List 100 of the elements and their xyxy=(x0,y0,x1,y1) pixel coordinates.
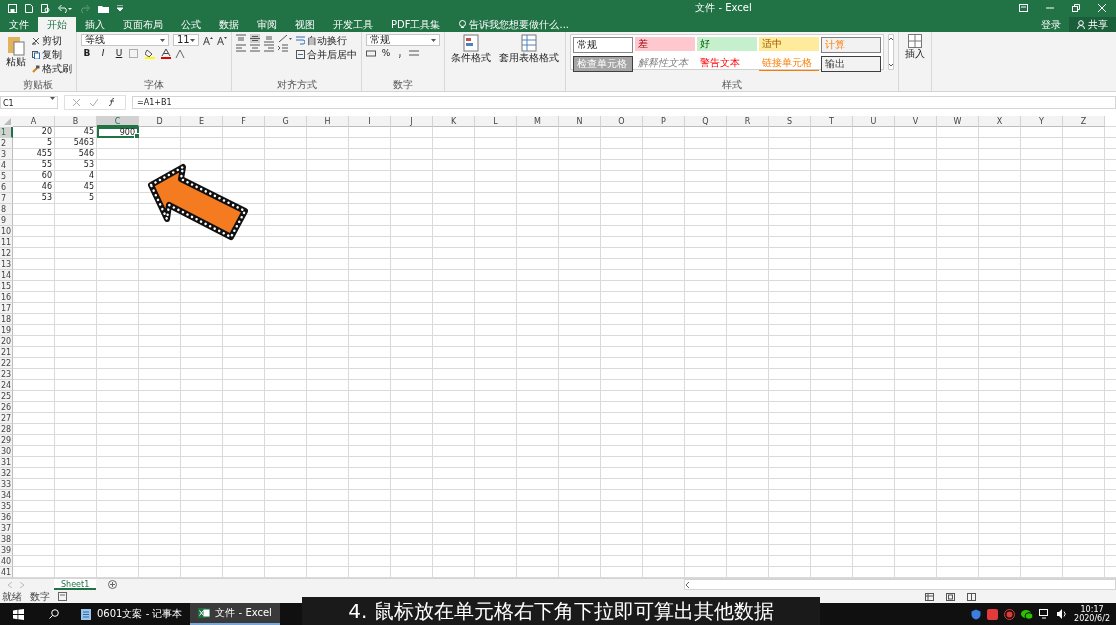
print-preview-icon[interactable] xyxy=(41,3,50,13)
column-header[interactable]: G xyxy=(265,116,307,127)
column-header[interactable]: K xyxy=(433,116,475,127)
table-cell[interactable]: 53 xyxy=(13,193,55,204)
table-cell[interactable]: 45 xyxy=(55,127,97,138)
search-icon[interactable] xyxy=(49,609,59,619)
fill-handle[interactable] xyxy=(134,133,140,139)
column-header[interactable]: F xyxy=(223,116,265,127)
table-cell[interactable]: 53 xyxy=(55,160,97,171)
row-header[interactable]: 5 xyxy=(0,171,13,182)
ribbon-tab[interactable]: 审阅 xyxy=(248,17,286,32)
clipboard-button[interactable]: 格式刷 xyxy=(32,62,72,75)
row-header[interactable]: 2 xyxy=(0,138,13,149)
column-header[interactable]: B xyxy=(55,116,97,127)
column-header[interactable]: N xyxy=(559,116,601,127)
folder-icon[interactable] xyxy=(98,3,109,13)
normal-view-icon[interactable] xyxy=(925,592,934,601)
record-icon[interactable] xyxy=(1004,608,1016,620)
volume-icon[interactable] xyxy=(1057,609,1069,619)
cell-style[interactable]: 适中 xyxy=(759,37,819,51)
ribbon-tab[interactable]: 页面布局 xyxy=(114,17,172,32)
ribbon-tab[interactable]: 公式 xyxy=(172,17,210,32)
sign-in-link[interactable]: 登录 xyxy=(1033,17,1069,32)
formula-field[interactable]: =A1+B1 xyxy=(132,95,1116,109)
table-cell[interactable]: 60 xyxy=(13,171,55,182)
scroll-left-icon[interactable] xyxy=(685,580,691,589)
table-cell[interactable]: 5463 xyxy=(55,138,97,149)
column-header[interactable]: Y xyxy=(1021,116,1063,127)
add-sheet-icon[interactable] xyxy=(108,580,118,589)
save-icon[interactable] xyxy=(8,3,17,13)
format-table-button[interactable]: 套用表格格式 xyxy=(497,34,561,79)
row-header[interactable]: 9 xyxy=(0,215,13,226)
wrap-text-button[interactable]: 自动换行 xyxy=(296,34,357,47)
orientation-icon[interactable] xyxy=(278,34,292,43)
table-cell[interactable]: 4 xyxy=(55,171,97,182)
shrink-font-icon[interactable] xyxy=(217,35,227,45)
cell-style[interactable]: 解释性文本 xyxy=(635,56,695,70)
column-header[interactable]: C xyxy=(97,116,139,127)
ribbon-tab[interactable]: 视图 xyxy=(286,17,324,32)
paste-button[interactable]: 粘贴 xyxy=(4,34,28,79)
cell-style[interactable]: 输出 xyxy=(821,56,881,72)
row-header[interactable]: 8 xyxy=(0,204,13,215)
conditional-format-button[interactable]: 条件格式 xyxy=(449,34,493,79)
column-header[interactable]: H xyxy=(307,116,349,127)
share-button[interactable]: 共享 xyxy=(1069,17,1116,32)
page-layout-icon[interactable] xyxy=(946,592,955,601)
ribbon-display-icon[interactable] xyxy=(1019,4,1028,12)
windows-start-icon[interactable] xyxy=(12,608,24,620)
ribbon-tab[interactable]: 开始 xyxy=(38,17,76,32)
ribbon-tab[interactable]: 开发工具 xyxy=(324,17,382,32)
cell-style[interactable]: 差 xyxy=(635,37,695,51)
font-name-field[interactable]: 等线 xyxy=(81,34,169,46)
tell-me-field[interactable]: 告诉我您想要做什么... xyxy=(469,17,570,32)
table-cell[interactable]: 546 xyxy=(55,149,97,160)
row-header[interactable]: 7 xyxy=(0,193,13,204)
close-icon[interactable] xyxy=(1098,4,1106,12)
new-file-icon[interactable] xyxy=(25,3,33,13)
macro-record-icon[interactable] xyxy=(58,592,67,601)
table-cell[interactable]: 55 xyxy=(13,160,55,171)
column-header[interactable]: M xyxy=(517,116,559,127)
ribbon-tab[interactable]: 文件 xyxy=(0,17,38,32)
minimize-icon[interactable] xyxy=(1046,4,1054,12)
column-header[interactable]: E xyxy=(181,116,223,127)
row-header[interactable]: 6 xyxy=(0,182,13,193)
percent-button[interactable]: % xyxy=(380,47,392,60)
column-header[interactable]: D xyxy=(139,116,181,127)
restore-icon[interactable] xyxy=(1072,4,1080,12)
customize-icon[interactable] xyxy=(117,5,123,11)
column-header[interactable]: W xyxy=(937,116,979,127)
indent-icon[interactable] xyxy=(278,44,288,53)
column-header[interactable]: P xyxy=(643,116,685,127)
cell-style[interactable]: 好 xyxy=(697,37,757,51)
grow-font-icon[interactable] xyxy=(203,35,213,45)
table-cell[interactable]: 5 xyxy=(55,193,97,204)
table-cell[interactable]: 45 xyxy=(55,182,97,193)
ribbon-tab[interactable]: PDF工具集 xyxy=(382,17,450,32)
clock-time[interactable]: 10:17 xyxy=(1074,605,1110,614)
function-icon[interactable] xyxy=(108,98,117,106)
fill-color-icon[interactable] xyxy=(145,48,157,59)
column-header[interactable]: S xyxy=(769,116,811,127)
page-break-icon[interactable] xyxy=(967,592,976,601)
name-box[interactable]: C1 xyxy=(0,95,58,109)
shield-icon[interactable] xyxy=(971,608,982,620)
clipboard-button[interactable]: 剪切 xyxy=(32,34,72,47)
font-color-icon[interactable] xyxy=(161,48,171,59)
cell-style[interactable]: 警告文本 xyxy=(697,56,757,70)
column-header[interactable]: O xyxy=(601,116,643,127)
italic-button[interactable]: I xyxy=(97,47,109,60)
chat-icon[interactable] xyxy=(1021,608,1034,620)
taskbar-app[interactable]: 文件 - Excel xyxy=(190,603,280,625)
ribbon-tab[interactable]: 插入 xyxy=(76,17,114,32)
insert-button[interactable]: 插入 xyxy=(903,34,927,79)
column-header[interactable]: Z xyxy=(1063,116,1105,127)
column-header[interactable]: L xyxy=(475,116,517,127)
column-header[interactable]: A xyxy=(13,116,55,127)
row-header[interactable]: 4 xyxy=(0,160,13,171)
undo-icon[interactable] xyxy=(58,3,72,13)
clipboard-button[interactable]: 复制 xyxy=(32,48,72,61)
ribbon-tab[interactable]: 数据 xyxy=(210,17,248,32)
table-cell[interactable]: 455 xyxy=(13,149,55,160)
